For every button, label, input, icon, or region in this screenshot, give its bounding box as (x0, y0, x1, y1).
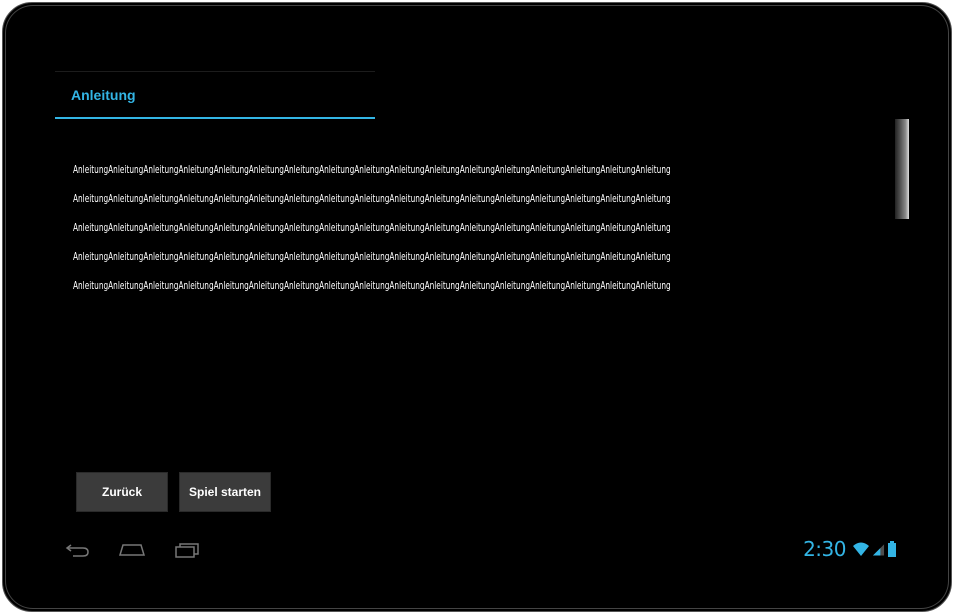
instructions-line: AnleitungAnleitungAnleitungAnleitungAnle… (73, 251, 671, 263)
instructions-line: AnleitungAnleitungAnleitungAnleitungAnle… (73, 280, 671, 292)
wifi-icon (853, 542, 869, 556)
scrollbar[interactable] (895, 119, 909, 219)
battery-icon (888, 541, 896, 557)
signal-icon (872, 544, 885, 556)
clock: 2:30 (803, 537, 846, 561)
instructions-line: AnleitungAnleitungAnleitungAnleitungAnle… (73, 222, 671, 234)
instructions-line: AnleitungAnleitungAnleitungAnleitungAnle… (73, 193, 671, 205)
status-bar[interactable]: 2:30 (803, 537, 897, 561)
tablet-screen: Anleitung AnleitungAnleitungAnleitungAnl… (2, 2, 952, 612)
frame-border (3, 3, 951, 611)
back-button[interactable]: Zurück (76, 472, 168, 512)
home-icon[interactable] (117, 537, 147, 561)
back-arrow-icon[interactable] (63, 537, 93, 561)
dialog-title: Anleitung (71, 87, 136, 103)
start-game-button[interactable]: Spiel starten (179, 472, 271, 512)
recent-apps-icon[interactable] (173, 537, 201, 561)
instructions-line: AnleitungAnleitungAnleitungAnleitungAnle… (73, 164, 671, 176)
instructions-text: AnleitungAnleitungAnleitungAnleitungAnle… (73, 161, 793, 306)
title-underline (55, 117, 375, 119)
title-divider-top (55, 71, 375, 72)
